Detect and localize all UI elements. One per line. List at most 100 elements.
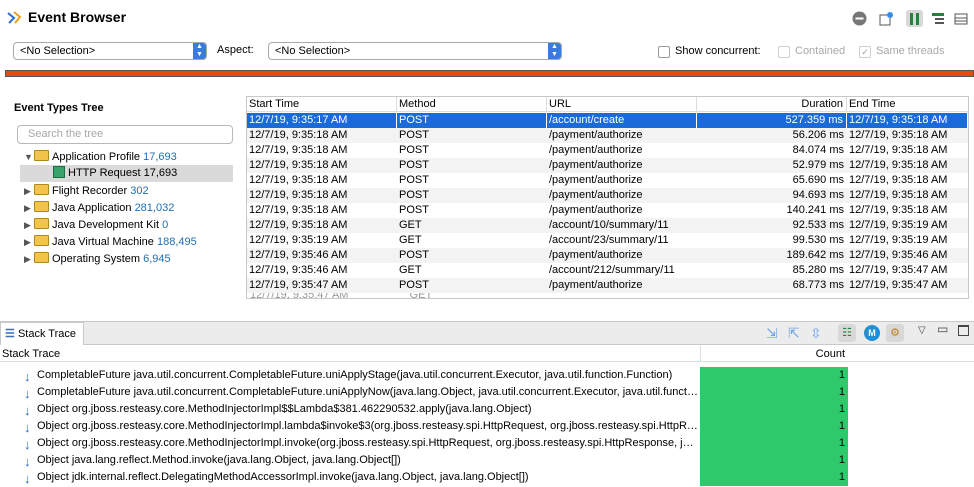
tab-label: Stack Trace	[17, 328, 77, 340]
contained-checkbox[interactable]	[778, 46, 790, 58]
cell-end: 12/7/19, 9:35:19 AM	[849, 219, 948, 231]
cell-url: /payment/authorize	[549, 144, 643, 156]
tree-item-count: 0	[162, 219, 169, 231]
table-row[interactable]: 12/7/19, 9:35:18 AM POST/payment/authoriz…	[247, 203, 968, 218]
col-count[interactable]: Count	[700, 346, 848, 362]
table-row[interactable]: 12/7/19, 9:35:18 AM POST/payment/authoriz…	[247, 173, 968, 188]
cell-end: 12/7/19, 9:35:46 AM	[849, 249, 948, 261]
cell-end: 12/7/19, 9:35:18 AM	[849, 144, 948, 156]
cell-start: 12/7/19, 9:35:18 AM	[249, 189, 348, 201]
frame-count: 1	[700, 435, 848, 452]
tree-item-label: Java Virtual Machine	[52, 236, 154, 248]
col-duration[interactable]: Duration	[697, 97, 847, 112]
cell-method: POST	[399, 159, 429, 171]
chevron-right-icon[interactable]: ▶	[24, 234, 34, 251]
maximize-icon[interactable]	[958, 325, 969, 336]
stack-row[interactable]: ↓ CompletableFuture java.util.concurrent.…	[0, 367, 974, 384]
events-table[interactable]: Start Time Method URL Duration End Time …	[246, 96, 969, 299]
tree-item-label: Application Profile	[52, 151, 141, 163]
chevron-right-icon[interactable]: ▶	[24, 217, 34, 234]
filter-settings-icon[interactable]	[878, 10, 895, 27]
cell-duration: 84.074 ms	[792, 144, 844, 156]
timeline-range-bar[interactable]	[5, 70, 974, 77]
expand-frames-icon[interactable]: ⇲	[766, 325, 782, 341]
table-row[interactable]: 12/7/19, 9:35:47 AM POST/payment/authoriz…	[247, 278, 968, 293]
col-stack-trace[interactable]: Stack Trace	[2, 346, 60, 362]
tree-search-input[interactable]: Search the tree	[17, 125, 233, 144]
column-layout-icon[interactable]	[906, 10, 923, 27]
chevron-right-icon[interactable]: ▶	[24, 251, 34, 268]
cell-end: 12/7/19, 9:35:47 AM	[849, 279, 948, 291]
cell-start: 12/7/19, 9:35:47 AM	[249, 279, 348, 291]
event-type-icon	[53, 166, 65, 178]
table-row[interactable]: 12/7/19, 9:35:18 AM POST/payment/authoriz…	[247, 143, 968, 158]
col-start-time[interactable]: Start Time	[247, 97, 397, 112]
tree-item-http-request[interactable]: HTTP Request 17,693	[53, 165, 177, 182]
col-method[interactable]: Method	[397, 97, 547, 112]
table-row[interactable]: 12/7/19, 9:35:46 AM POST/payment/authoriz…	[247, 248, 968, 263]
tree-item-label: Java Development Kit	[52, 219, 159, 231]
stack-row[interactable]: ↓ Object org.jboss.resteasy.core.MethodIn…	[0, 401, 974, 418]
chevron-updown-icon: ▲ ▼	[548, 43, 561, 59]
table-row[interactable]: 12/7/19, 9:35:18 AM GET/account/10/summar…	[247, 218, 968, 233]
selection-dropdown-value: <No Selection>	[20, 45, 96, 57]
stack-row[interactable]: ↓ Object jdk.internal.reflect.DelegatingM…	[0, 469, 974, 486]
col-url[interactable]: URL	[547, 97, 697, 112]
frame-count: 1	[700, 418, 848, 435]
table-row[interactable]: 12/7/19, 9:35:18 AM POST/payment/authoriz…	[247, 158, 968, 173]
tree-item-application-profile[interactable]: ▼ Application Profile 17,693	[24, 149, 177, 166]
selection-dropdown[interactable]: <No Selection> ▲ ▼	[13, 42, 207, 60]
table-row[interactable]: 12/7/19, 9:35:46 AM GET/account/212/summa…	[247, 263, 968, 278]
cell-end: 12/7/19, 9:35:18 AM	[849, 174, 948, 186]
tree-item-java-application[interactable]: ▶ Java Application 281,032	[24, 200, 174, 217]
frame-count: 1	[700, 384, 848, 401]
cell-url: /payment/authorize	[549, 249, 643, 261]
chevron-right-icon[interactable]: ▶	[24, 200, 34, 217]
tree-item-java-virtual-machine[interactable]: ▶ Java Virtual Machine 188,495	[24, 234, 197, 251]
stack-row[interactable]: ↓ Object org.jboss.resteasy.core.MethodIn…	[0, 435, 974, 452]
package-icon[interactable]: ⚙	[886, 324, 904, 342]
tab-stack-trace[interactable]: ☰ Stack Trace	[0, 322, 84, 345]
table-row[interactable]: 12/7/19, 9:35:19 AM GET/account/23/summar…	[247, 233, 968, 248]
cell-url: /payment/authorize	[549, 129, 643, 141]
table-row[interactable]: 12/7/19, 9:35:18 AM POST/payment/authoriz…	[247, 128, 968, 143]
col-end-time[interactable]: End Time	[847, 97, 968, 112]
minimize-icon[interactable]: ▭	[937, 322, 948, 336]
tree-layout-icon[interactable]	[929, 10, 946, 27]
table-partial-row: 12/7/19, 9:35:47 AM GET	[250, 293, 433, 299]
aspect-dropdown[interactable]: <No Selection> ▲ ▼	[268, 42, 562, 60]
tree-item-java-development-kit[interactable]: ▶ Java Development Kit 0	[24, 217, 168, 234]
cell-end: 12/7/19, 9:35:18 AM	[849, 204, 948, 216]
tree-item-flight-recorder[interactable]: ▶ Flight Recorder 302	[24, 183, 149, 200]
table-layout-icon[interactable]	[952, 10, 969, 27]
stack-frame: CompletableFuture java.util.concurrent.C…	[37, 386, 699, 398]
group-frames-icon[interactable]: ⇱	[788, 325, 804, 341]
tree-view-icon[interactable]: ☷	[838, 324, 856, 342]
folder-icon	[34, 218, 49, 229]
cell-url: /payment/authorize	[549, 174, 643, 186]
table-row[interactable]: 12/7/19, 9:35:18 AM POST/payment/authoriz…	[247, 188, 968, 203]
cell-end: 12/7/19, 9:35:47 AM	[849, 264, 948, 276]
same-threads-checkbox[interactable]: ✓	[859, 46, 871, 58]
table-header: Start Time Method URL Duration End Time	[247, 97, 968, 112]
cell-url: /payment/authorize	[549, 189, 643, 201]
stop-icon[interactable]	[851, 10, 868, 27]
stack-row[interactable]: ↓ Object java.lang.reflect.Method.invoke(…	[0, 452, 974, 469]
table-row[interactable]: 12/7/19, 9:35:17 AM POST/account/create 52…	[247, 113, 968, 128]
cell-url: /account/23/summary/11	[549, 234, 669, 246]
chevron-down-icon[interactable]: ▼	[24, 149, 34, 166]
tree-item-operating-system[interactable]: ▶ Operating System 6,945	[24, 251, 171, 268]
frame-count: 1	[700, 401, 848, 418]
method-icon[interactable]: M	[864, 325, 880, 341]
stack-row[interactable]: ↓ CompletableFuture java.util.concurrent.…	[0, 384, 974, 401]
stack-row[interactable]: ↓ Object org.jboss.resteasy.core.MethodIn…	[0, 418, 974, 435]
chevron-right-icon[interactable]: ▶	[24, 183, 34, 200]
collapse-frames-icon[interactable]: ⇳	[810, 325, 826, 341]
cell-method: POST	[399, 279, 429, 291]
show-concurrent-checkbox[interactable]	[658, 46, 670, 58]
cell-duration: 68.773 ms	[792, 279, 844, 291]
list-icon: ☰	[5, 328, 15, 340]
view-menu-icon[interactable]: ▽	[918, 325, 926, 336]
show-concurrent-label: Show concurrent:	[675, 45, 761, 57]
cell-method: POST	[399, 189, 429, 201]
